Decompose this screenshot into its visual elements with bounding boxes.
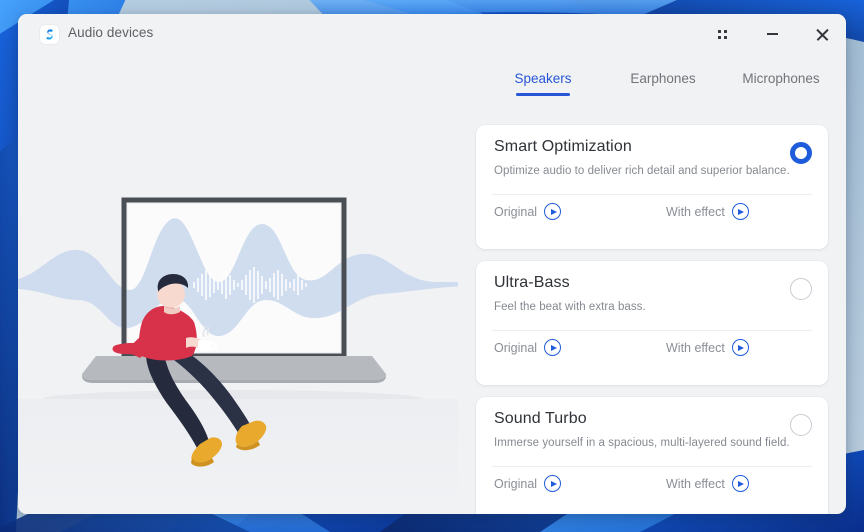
minimize-button[interactable]: [749, 14, 795, 54]
preview-original-label: Original: [494, 476, 538, 491]
card-divider: [492, 194, 812, 195]
preset-description: Optimize audio to deliver rich detail an…: [494, 165, 790, 177]
preview-original-label: Original: [494, 340, 538, 355]
preview-row: Original With effect: [476, 475, 828, 514]
card-divider: [492, 330, 812, 331]
illustration-pane: [18, 54, 458, 514]
play-icon-effect[interactable]: [731, 203, 749, 220]
tab-speakers-underline: [516, 93, 570, 96]
settings-pane: Speakers Earphones Microphones Smart Opt…: [458, 54, 846, 514]
title-bar: Audio devices: [18, 14, 846, 54]
tab-microphones-label: Microphones: [742, 71, 820, 86]
snap-layouts-button[interactable]: [699, 14, 745, 54]
preset-description: Immerse yourself in a spacious, multi-la…: [494, 437, 790, 449]
play-icon-effect[interactable]: [731, 339, 749, 356]
play-icon-original[interactable]: [544, 203, 562, 220]
preview-original[interactable]: Original: [494, 339, 562, 356]
preset-card-sound-turbo[interactable]: Sound Turbo Immerse yourself in a spacio…: [476, 397, 828, 514]
preset-card-smart-optimization[interactable]: Smart Optimization Optimize audio to del…: [476, 125, 828, 249]
preset-card-ultra-bass[interactable]: Ultra-Bass Feel the beat with extra bass…: [476, 261, 828, 385]
minimize-icon: [766, 33, 778, 35]
card-divider: [492, 466, 812, 467]
preview-row: Original With effect: [476, 203, 828, 243]
audio-devices-window: Audio devices Speakers Earphones Microph…: [18, 14, 846, 514]
preset-description: Feel the beat with extra bass.: [494, 301, 646, 313]
preview-with-effect[interactable]: With effect: [666, 203, 749, 220]
preview-effect-label: With effect: [666, 204, 725, 219]
close-icon: [816, 28, 829, 41]
audio-illustration: [18, 54, 458, 514]
app-swoosh-icon: [40, 25, 59, 44]
tab-earphones-label: Earphones: [630, 71, 696, 86]
play-icon-original[interactable]: [544, 475, 562, 492]
preview-with-effect[interactable]: With effect: [666, 475, 749, 492]
preset-radio-selected[interactable]: [790, 142, 812, 164]
tab-earphones[interactable]: Earphones: [608, 67, 718, 96]
close-button[interactable]: [799, 14, 845, 54]
tab-bar: Speakers Earphones Microphones: [458, 67, 846, 111]
preview-row: Original With effect: [476, 339, 828, 379]
play-icon-effect[interactable]: [731, 475, 749, 492]
preview-original-label: Original: [494, 204, 538, 219]
tab-earphones-underline: [636, 93, 690, 96]
tab-speakers[interactable]: Speakers: [488, 67, 598, 96]
tab-microphones[interactable]: Microphones: [726, 67, 836, 96]
window-title: Audio devices: [68, 25, 154, 40]
tab-speakers-label: Speakers: [514, 71, 572, 86]
tab-microphones-underline: [754, 93, 808, 96]
preview-original[interactable]: Original: [494, 475, 562, 492]
play-icon-original[interactable]: [544, 339, 562, 356]
preset-title: Smart Optimization: [494, 138, 632, 155]
preview-effect-label: With effect: [666, 476, 725, 491]
laptop-base: [82, 356, 386, 383]
preset-radio-unselected[interactable]: [790, 414, 812, 436]
preview-with-effect[interactable]: With effect: [666, 339, 749, 356]
desktop-screen: Audio devices Speakers Earphones Microph…: [0, 0, 864, 532]
preset-title: Ultra-Bass: [494, 274, 570, 291]
snap-layouts-icon: [717, 29, 727, 39]
preview-original[interactable]: Original: [494, 203, 562, 220]
preset-title: Sound Turbo: [494, 410, 587, 427]
preset-radio-unselected[interactable]: [790, 278, 812, 300]
preview-effect-label: With effect: [666, 340, 725, 355]
